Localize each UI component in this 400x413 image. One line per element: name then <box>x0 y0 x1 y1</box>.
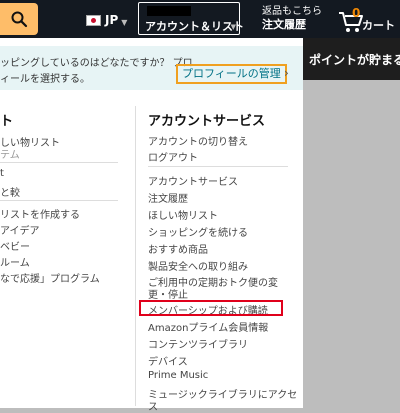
chevron-down-icon: ▼ <box>230 23 236 31</box>
redacted-user-name <box>147 6 191 16</box>
notice-text-line2: ィールを選択する。 <box>0 74 90 85</box>
list-item[interactable]: なで応援」プログラム <box>0 270 100 285</box>
points-banner-text: ポイントが貯まる <box>309 53 400 67</box>
cart-label: カート <box>362 19 395 32</box>
divider <box>0 162 118 163</box>
cart-count: 0 <box>352 6 361 20</box>
list-item-sub: テム <box>0 150 20 161</box>
music-library-link-cont[interactable]: ス <box>148 398 158 413</box>
points-banner: ポイントが貯まる <box>303 38 400 80</box>
product-safety-link[interactable]: 製品安全への取り組み <box>148 258 248 273</box>
wishlist-link[interactable]: ほしい物リスト <box>148 207 218 222</box>
manage-profile-button[interactable]: プロフィールの管理 <box>176 64 287 84</box>
list-item[interactable]: アイデア <box>0 222 40 237</box>
list-item[interactable]: リストを作成する <box>0 206 80 221</box>
orders-label: 注文履歴 <box>262 18 306 31</box>
account-service-link[interactable]: アカウントサービス <box>148 173 238 188</box>
lists-heading: ト <box>0 114 14 129</box>
list-item[interactable]: ベビー <box>0 238 30 253</box>
account-services-heading: アカウントサービス <box>148 114 266 129</box>
switch-account-link[interactable]: アカウントの切り替え <box>148 133 248 148</box>
list-item[interactable]: t <box>0 168 4 179</box>
list-item[interactable]: ルーム <box>0 254 30 269</box>
divider <box>0 200 118 201</box>
cart-link[interactable]: 0 カート <box>338 6 400 34</box>
language-label: JP <box>105 13 119 27</box>
music-library-link[interactable]: ミュージックライブラリにアクセ <box>148 386 297 401</box>
continue-shopping-link[interactable]: ショッピングを続ける <box>148 224 248 239</box>
chevron-right-icon: › <box>284 66 289 80</box>
chevron-down-icon: ▼ <box>121 17 128 27</box>
list-item[interactable]: と較 <box>0 184 20 199</box>
devices-link[interactable]: デバイス <box>148 353 188 368</box>
account-dropdown-panel: ッピングしているのはどなたですか？ プロ ィールを選択する。 プロフィールの管理… <box>0 38 303 413</box>
language-selector[interactable]: JP ▼ <box>86 13 127 27</box>
japan-flag-icon <box>86 14 101 26</box>
divider <box>148 166 288 167</box>
orders-link[interactable]: 返品もこちら 注文履歴 <box>262 5 322 31</box>
top-nav-bar: JP ▼ アカウント＆リスト ▼ 返品もこちら 注文履歴 0 カート <box>0 0 400 38</box>
returns-label: 返品もこちら <box>262 6 322 17</box>
subscribe-save-link-cont[interactable]: 更・停止 <box>148 286 188 301</box>
notice-text-line1: ッピングしているのはどなたですか？ プロ <box>0 58 193 69</box>
profile-notice: ッピングしているのはどなたですか？ プロ ィールを選択する。 プロフィールの管理… <box>0 46 303 90</box>
order-history-link[interactable]: 注文履歴 <box>148 190 188 205</box>
account-lists-label: アカウント＆リスト <box>145 20 244 33</box>
prime-music-link[interactable]: Prime Music <box>148 370 208 381</box>
column-divider <box>135 106 136 406</box>
search-button[interactable] <box>0 3 38 35</box>
content-library-link[interactable]: コンテンツライブラリ <box>148 336 248 351</box>
search-icon <box>11 11 28 28</box>
account-lists-menu[interactable]: アカウント＆リスト ▼ <box>138 2 244 35</box>
recommendations-link[interactable]: おすすめ商品 <box>148 241 208 256</box>
prime-membership-link[interactable]: Amazonプライム会員情報 <box>148 319 268 334</box>
highlight-box <box>139 300 283 316</box>
logout-link[interactable]: ログアウト <box>148 149 198 164</box>
